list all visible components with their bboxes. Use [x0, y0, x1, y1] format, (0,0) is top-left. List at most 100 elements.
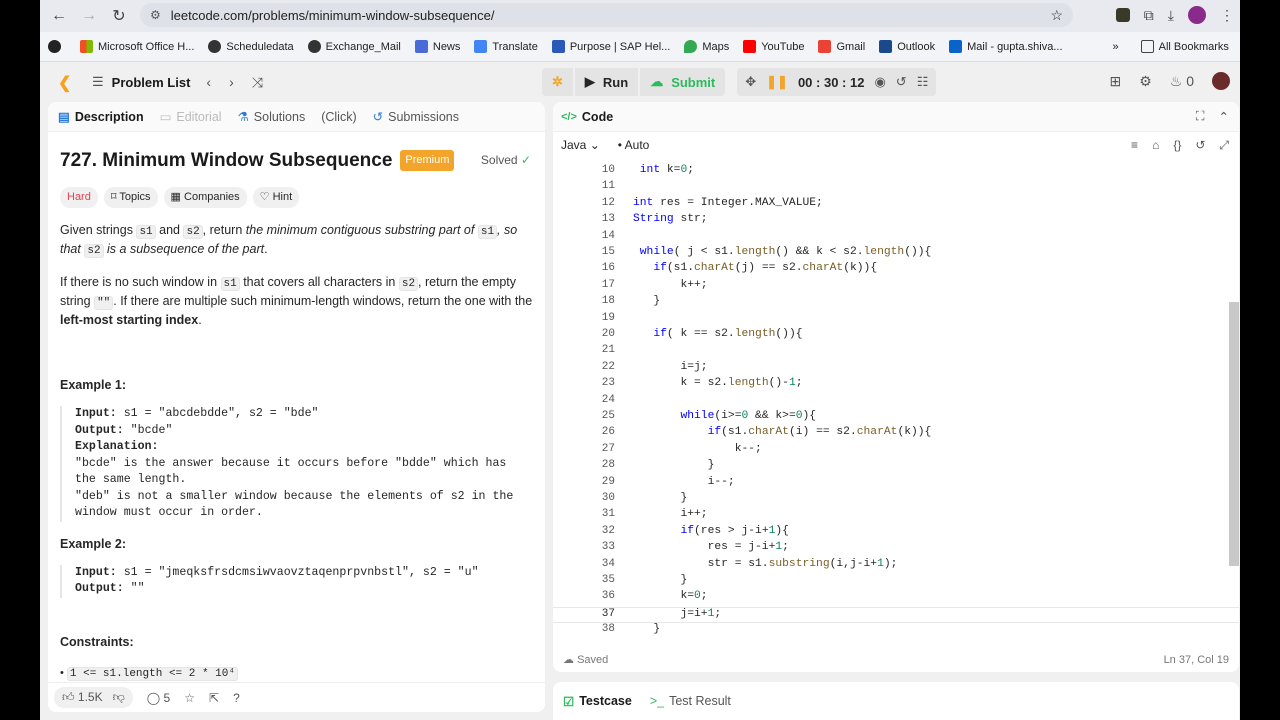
settings-sliders-icon[interactable]: ☷ [917, 74, 929, 90]
code-line[interactable]: 24 [553, 394, 1239, 410]
share-icon[interactable]: ⇱ [209, 691, 219, 705]
code-line[interactable]: 36 k=0; [553, 590, 1239, 606]
braces-icon[interactable]: {} [1173, 138, 1181, 153]
code-line[interactable]: 12 int res = Integer.MAX_VALUE; [553, 197, 1239, 213]
code-line[interactable]: 19 [553, 312, 1239, 328]
tab-test-result[interactable]: >_ Test Result [650, 694, 731, 708]
bookmark-exchange-mail[interactable]: Exchange_Mail [307, 40, 401, 53]
code-line[interactable]: 29 i--; [553, 476, 1239, 492]
user-avatar[interactable] [1212, 72, 1230, 90]
debug-button[interactable]: ✲ [542, 68, 573, 96]
tab-submissions[interactable]: ↺ Submissions [373, 109, 459, 125]
code-line[interactable]: 23 k = s2.length()-1; [553, 377, 1239, 393]
code-line[interactable]: 15 while( j < s1.length() && k < s2.leng… [553, 246, 1239, 262]
reload-icon[interactable]: ↻ [104, 6, 134, 26]
profile-avatar[interactable] [1188, 6, 1206, 24]
code-line[interactable]: 10 int k=0; [553, 164, 1239, 180]
topics-chip[interactable]: ⌑ Topics [103, 187, 158, 208]
bookmark-purpose-sap[interactable]: Purpose | SAP Hel... [551, 40, 670, 53]
submit-button[interactable]: ☁ Submit [640, 68, 726, 96]
code-line[interactable]: 37 j=i+1; [553, 606, 1239, 624]
pause-icon[interactable]: ❚❚ [766, 74, 788, 90]
tab-description[interactable]: ▤ Description [58, 109, 144, 125]
tab-click[interactable]: (Click) [321, 110, 356, 124]
prev-problem-icon[interactable]: ‹ [206, 74, 211, 91]
all-bookmarks-button[interactable]: All Bookmarks [1140, 40, 1229, 53]
bookmark-icon[interactable]: ⌂ [1152, 138, 1159, 153]
bookmarks-overflow-button[interactable]: » [1113, 41, 1119, 53]
code-line[interactable]: 22 i=j; [553, 361, 1239, 377]
like-button[interactable]: 👍︎ 1.5K [62, 690, 103, 705]
code-line[interactable]: 27 k--; [553, 443, 1239, 459]
maximize-icon[interactable]: ⛶ [1196, 109, 1205, 124]
bookmark-maps[interactable]: Maps [684, 40, 729, 53]
format-icon[interactable]: ≡ [1131, 138, 1138, 153]
code-line[interactable]: 32 if(res > j-i+1){ [553, 525, 1239, 541]
tab-editorial[interactable]: ▭ Editorial [160, 109, 222, 125]
code-line[interactable]: 21 [553, 344, 1239, 360]
bookmark-translate[interactable]: Translate [474, 40, 538, 53]
reset-icon[interactable]: ↺ [896, 74, 907, 90]
download-icon[interactable]: ⤓ [1168, 7, 1174, 24]
shuffle-icon[interactable]: ⤨ [252, 74, 263, 91]
next-problem-icon[interactable]: › [229, 74, 234, 91]
code-line[interactable]: 31 i++; [553, 508, 1239, 524]
bookmark-news[interactable]: News [414, 40, 460, 53]
bookmark-mail-gupta[interactable]: Mail - gupta.shiva... [949, 40, 1063, 53]
companies-chip[interactable]: ▦ Companies [163, 187, 247, 208]
site-info-icon[interactable]: ⚙ [150, 8, 161, 22]
code-line[interactable]: 20 if( k == s2.length()){ [553, 328, 1239, 344]
auto-mode-toggle[interactable]: • Auto [618, 138, 650, 152]
leetcode-logo[interactable]: ❮ [58, 73, 72, 92]
thumbs-down-icon[interactable]: 👎︎ [113, 690, 125, 705]
bookmark-youtube[interactable]: YouTube [743, 40, 804, 53]
code-editor[interactable]: 10 int k=0; 11 12 int res = Integer.MAX_VAL… [553, 158, 1239, 646]
bookmark-gmail[interactable]: Gmail [818, 40, 865, 53]
code-line[interactable]: 28 } [553, 459, 1239, 475]
layout-icon[interactable]: ⊞ [1109, 73, 1121, 90]
problem-title[interactable]: 727. Minimum Window Subsequence [60, 151, 392, 170]
help-icon[interactable]: ? [233, 691, 240, 705]
tab-testcase[interactable]: ☑ Testcase [563, 694, 632, 709]
back-icon[interactable]: ← [44, 7, 74, 25]
collapse-icon[interactable]: ⌃ [1219, 109, 1229, 124]
reset-code-icon[interactable]: ↺ [1195, 138, 1205, 153]
code-line[interactable]: 13 String str; [553, 213, 1239, 229]
hint-chip[interactable]: ♡ Hint [252, 187, 300, 208]
forward-icon[interactable]: → [74, 7, 104, 25]
star-icon[interactable]: ☆ [184, 691, 195, 705]
bookmark-office[interactable]: Microsoft Office H... [80, 40, 194, 53]
code-text: } [633, 492, 688, 504]
code-line[interactable]: 17 k++; [553, 279, 1239, 295]
code-line[interactable]: 25 while(i>=0 && k>=0){ [553, 410, 1239, 426]
code-text: j=i+1; [633, 607, 722, 620]
code-line[interactable]: 33 res = j-i+1; [553, 541, 1239, 557]
eye-icon[interactable]: ◉ [874, 74, 885, 90]
code-line[interactable]: 18 } [553, 295, 1239, 311]
code-line[interactable]: 38 } [553, 623, 1239, 639]
bookmark-scheduledata[interactable]: Scheduledata [208, 40, 294, 53]
address-bar[interactable]: ⚙ leetcode.com/problems/minimum-window-s… [140, 3, 1073, 27]
streak-counter[interactable]: ♨ 0 [1170, 73, 1194, 90]
code-line[interactable]: 30 } [553, 492, 1239, 508]
language-select[interactable]: Java ⌄ [561, 138, 600, 152]
code-line[interactable]: 11 [553, 180, 1239, 196]
settings-icon[interactable]: ⚙ [1139, 73, 1152, 90]
run-button[interactable]: ▶ Run [574, 68, 639, 96]
tab-solutions[interactable]: ⚗ Solutions [238, 109, 306, 125]
code-line[interactable]: 16 if(s1.charAt(j) == s2.charAt(k)){ [553, 262, 1239, 278]
code-line[interactable]: 14 [553, 230, 1239, 246]
bookmark-star-icon[interactable]: ☆ [1050, 7, 1063, 24]
github-icon[interactable] [48, 40, 66, 53]
code-line[interactable]: 34 str = s1.substring(i,j-i+1); [553, 558, 1239, 574]
extension-icon[interactable] [1115, 8, 1130, 22]
drag-handle-icon[interactable]: ✥ [745, 74, 756, 90]
comments-button[interactable]: ◯ 5 [147, 691, 170, 705]
fullscreen-icon[interactable]: ⤢ [1219, 138, 1229, 153]
bookmark-outlook[interactable]: Outlook [879, 40, 935, 53]
menu-icon[interactable]: ⋮ [1220, 7, 1234, 24]
problem-list-button[interactable]: ☰ Problem List [92, 74, 190, 90]
code-line[interactable]: 35 } [553, 574, 1239, 590]
code-line[interactable]: 26 if(s1.charAt(i) == s2.charAt(k)){ [553, 426, 1239, 442]
extensions-puzzle-icon[interactable]: ⧉ [1144, 7, 1154, 24]
